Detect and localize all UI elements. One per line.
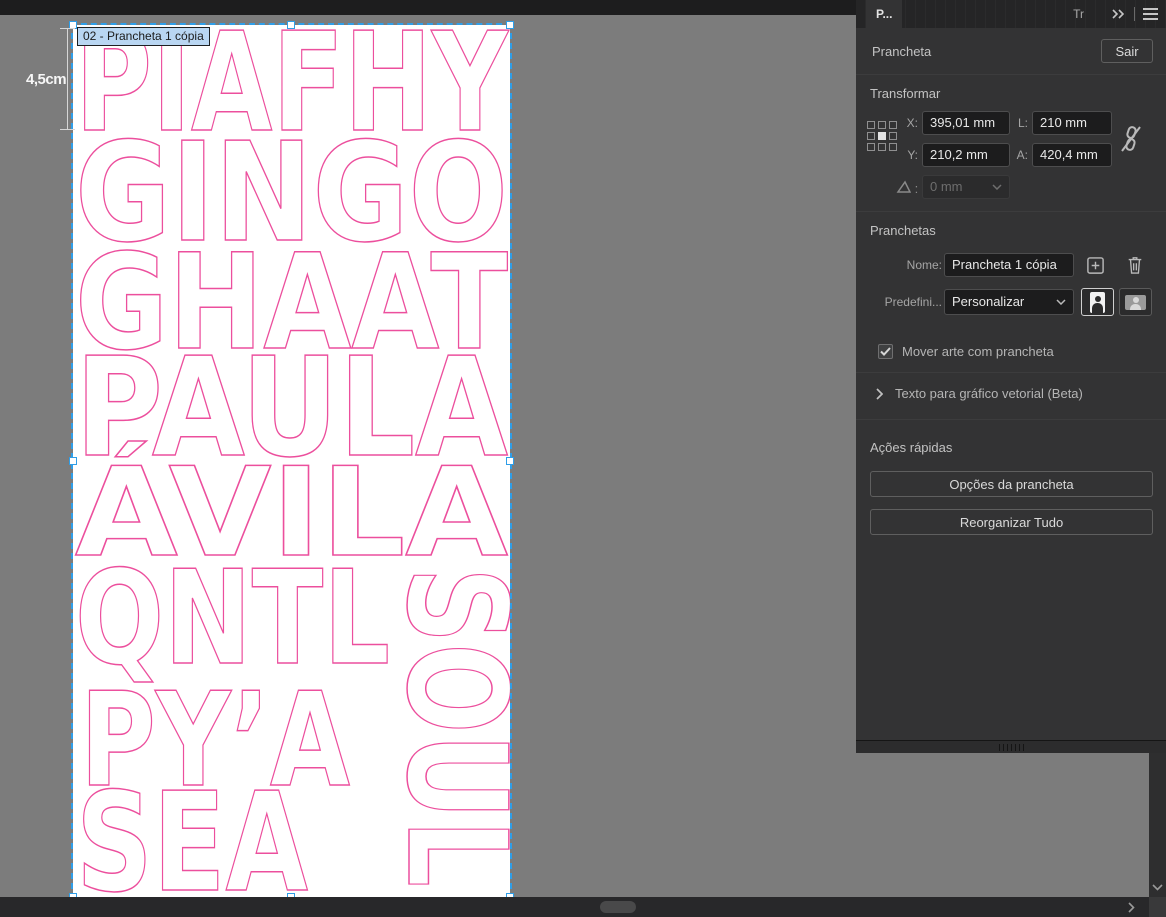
divider (856, 211, 1166, 212)
name-label: Nome: (856, 253, 942, 277)
check-icon (880, 347, 891, 356)
width-label: L: (1012, 111, 1028, 135)
portrait-icon (1090, 292, 1105, 313)
delete-artboard-button[interactable] (1123, 253, 1147, 277)
exit-button[interactable]: Sair (1101, 39, 1153, 63)
width-input[interactable]: 210 mm (1032, 111, 1112, 135)
transform-section-title: Transformar (870, 86, 940, 101)
selection-handle[interactable] (287, 21, 295, 29)
divider (856, 419, 1166, 420)
measurement-label: 4,5cm (26, 71, 66, 88)
measurement-tick (60, 28, 75, 29)
height-input[interactable]: 420,4 mm (1032, 143, 1112, 167)
reference-point-grid[interactable] (867, 121, 897, 151)
chevron-right-icon (876, 388, 883, 400)
new-artboard-button[interactable] (1083, 253, 1107, 277)
artboard-letter-row: SEA (76, 764, 308, 897)
chevron-down-icon (1056, 299, 1066, 305)
measurement-line (67, 28, 68, 130)
chevron-down-icon (992, 184, 1002, 190)
scrollbar-corner (1149, 897, 1166, 917)
scroll-down-icon[interactable] (1152, 884, 1163, 891)
measurement-tick (60, 129, 75, 130)
x-label: X: (902, 111, 918, 135)
divider (856, 372, 1166, 373)
collapse-panel-icon[interactable] (1111, 9, 1126, 19)
horizontal-scroll-thumb[interactable] (600, 901, 636, 913)
selection-handle[interactable] (506, 21, 514, 29)
trash-icon (1126, 255, 1144, 275)
artboard-name-input[interactable]: Prancheta 1 cópia (944, 253, 1074, 277)
artboard-letter-row: SOUL (376, 567, 510, 887)
artboard-options-button[interactable]: Opções da prancheta (870, 471, 1153, 497)
artboard[interactable]: PIAFHYGINGOGHAATPAULAÁVILAQNTLPY’ASEASOU… (73, 25, 510, 897)
text-to-vector-disclosure[interactable]: Texto para gráfico vetorial (Beta) (876, 386, 1083, 401)
x-input[interactable]: 395,01 mm (922, 111, 1010, 135)
text-to-vector-label: Texto para gráfico vetorial (Beta) (895, 386, 1083, 401)
artboard-name-label[interactable]: 02 - Prancheta 1 cópia (77, 27, 210, 46)
tab-prancheta[interactable]: P... (866, 0, 902, 28)
artboards-section-title: Pranchetas (870, 223, 936, 238)
divider (1134, 7, 1135, 21)
rearrange-all-button[interactable]: Reorganizar Tudo (870, 509, 1153, 535)
quick-actions-section-title: Ações rápidas (870, 440, 952, 455)
divider (856, 74, 1166, 75)
landscape-icon (1125, 295, 1146, 310)
canvas-top-strip (0, 0, 856, 15)
y-label: Y: (902, 143, 918, 167)
artboard-panel: P... Tr Prancheta Sair Transformar X: 39… (856, 0, 1166, 740)
tab-transformar[interactable]: Tr (1073, 0, 1084, 28)
selection-handle[interactable] (506, 457, 514, 465)
panel-resize-grip[interactable] (856, 740, 1166, 753)
selection-handle[interactable] (69, 457, 77, 465)
angle-icon: : (896, 180, 918, 196)
angle-input: 0 mm (922, 175, 1010, 199)
horizontal-scrollbar[interactable] (0, 897, 1149, 917)
scroll-right-icon[interactable] (1128, 902, 1135, 913)
panel-menu-icon[interactable] (1143, 8, 1158, 20)
artboard-artwork: PIAFHYGINGOGHAATPAULAÁVILAQNTLPY’ASEASOU… (73, 25, 510, 897)
portrait-orientation-button[interactable] (1081, 288, 1114, 316)
landscape-orientation-button[interactable] (1119, 288, 1152, 316)
height-label: A: (1012, 143, 1028, 167)
y-input[interactable]: 210,2 mm (922, 143, 1010, 167)
panel-tab-bar: P... Tr (856, 0, 1166, 28)
preset-select[interactable]: Personalizar (944, 289, 1074, 315)
unlink-dimensions-icon[interactable] (1119, 124, 1143, 154)
move-art-checkbox[interactable] (878, 344, 893, 359)
add-icon (1086, 256, 1105, 275)
panel-title: Prancheta (872, 40, 931, 64)
preset-label: Predefini... (856, 290, 942, 314)
move-art-label: Mover arte com prancheta (902, 344, 1054, 359)
vertical-scrollbar[interactable] (1149, 753, 1166, 897)
